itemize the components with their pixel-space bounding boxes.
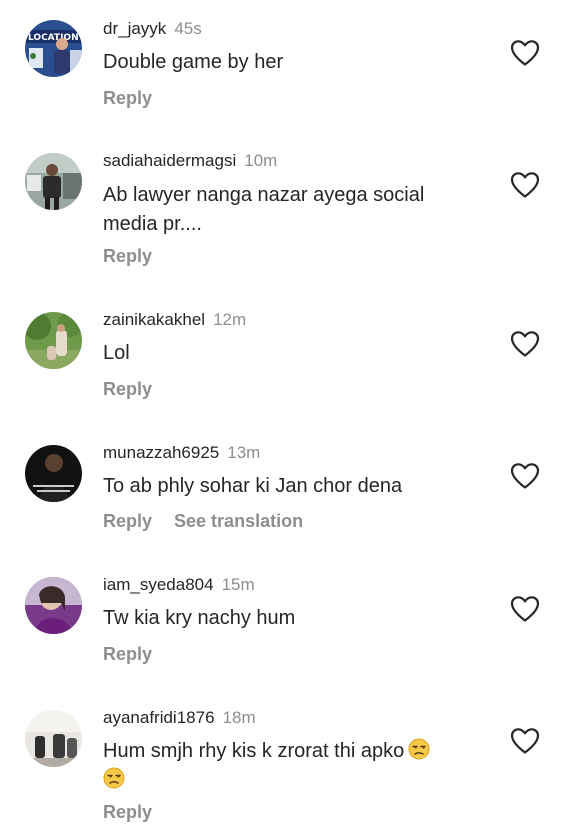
- avatar-logo-text: LOCATION: [28, 33, 79, 43]
- timestamp: 45s: [174, 19, 202, 38]
- heart-outline-icon: [510, 596, 540, 622]
- heart-outline-icon: [510, 463, 540, 489]
- timestamp: 13m: [227, 443, 261, 462]
- comment-actions: Reply: [103, 799, 152, 825]
- timestamp: 12m: [213, 310, 247, 329]
- username[interactable]: iam_syeda804: [103, 575, 214, 594]
- heart-outline-icon: [510, 728, 540, 754]
- username[interactable]: zainikakakhel: [103, 310, 205, 329]
- reply-button[interactable]: Reply: [103, 88, 152, 108]
- unamused-face-emoji: [408, 738, 430, 760]
- avatar[interactable]: [25, 577, 82, 634]
- username[interactable]: sadiahaidermagsi: [103, 151, 236, 170]
- avatar-image: [25, 445, 82, 502]
- heart-outline-icon: [510, 40, 540, 66]
- like-button[interactable]: [510, 171, 540, 199]
- timestamp: 10m: [244, 151, 278, 170]
- avatar-image: [25, 577, 82, 634]
- heart-outline-icon: [510, 331, 540, 357]
- comment-meta: munazzah6925 13m: [103, 441, 260, 465]
- avatar-image: [25, 153, 82, 210]
- comment-meta: dr_jayyk 45s: [103, 17, 202, 41]
- comment-meta: ayanafridi1876 18m: [103, 706, 256, 730]
- avatar-image: [25, 710, 82, 767]
- comment-actions: Reply See translation: [103, 508, 303, 534]
- username[interactable]: munazzah6925: [103, 443, 219, 462]
- comment-actions: Reply: [103, 85, 152, 111]
- avatar-image: [25, 312, 82, 369]
- comment-text: Lol: [103, 342, 130, 364]
- see-translation-button[interactable]: See translation: [174, 511, 303, 531]
- like-button[interactable]: [510, 330, 540, 358]
- comment-meta: sadiahaidermagsi 10m: [103, 149, 277, 173]
- comment-actions: Reply: [103, 243, 152, 269]
- comment-text: Ab lawyer nanga nazar ayega social media…: [103, 184, 425, 235]
- comment-text: Tw kia kry nachy hum: [103, 607, 296, 629]
- timestamp: 18m: [222, 708, 256, 727]
- username[interactable]: ayanafridi1876: [103, 708, 215, 727]
- comment-text: To ab phly sohar ki Jan chor dena: [103, 475, 403, 497]
- avatar-image: LOCATION: [25, 20, 82, 77]
- username[interactable]: dr_jayyk: [103, 19, 166, 38]
- avatar[interactable]: [25, 445, 82, 502]
- comment-actions: Reply: [103, 376, 152, 402]
- heart-outline-icon: [510, 172, 540, 198]
- comment-meta: iam_syeda804 15m: [103, 573, 255, 597]
- avatar[interactable]: [25, 710, 82, 767]
- like-button[interactable]: [510, 595, 540, 623]
- comment-text: Double game by her: [103, 51, 284, 73]
- reply-button[interactable]: Reply: [103, 644, 152, 664]
- comment-meta: zainikakakhel 12m: [103, 308, 246, 332]
- reply-button[interactable]: Reply: [103, 379, 152, 399]
- reply-button[interactable]: Reply: [103, 802, 152, 822]
- like-button[interactable]: [510, 727, 540, 755]
- comment-actions: Reply: [103, 641, 152, 667]
- comment-text: Hum smjh rhy kis k zrorat thi apko: [103, 737, 473, 795]
- timestamp: 15m: [221, 575, 255, 594]
- like-button[interactable]: [510, 462, 540, 490]
- reply-button[interactable]: Reply: [103, 511, 152, 531]
- avatar[interactable]: LOCATION: [25, 20, 82, 77]
- like-button[interactable]: [510, 39, 540, 67]
- unamused-face-emoji: [103, 767, 125, 789]
- comment-text-content: Hum smjh rhy kis k zrorat thi apko: [103, 740, 405, 762]
- avatar[interactable]: [25, 312, 82, 369]
- avatar[interactable]: [25, 153, 82, 210]
- reply-button[interactable]: Reply: [103, 246, 152, 266]
